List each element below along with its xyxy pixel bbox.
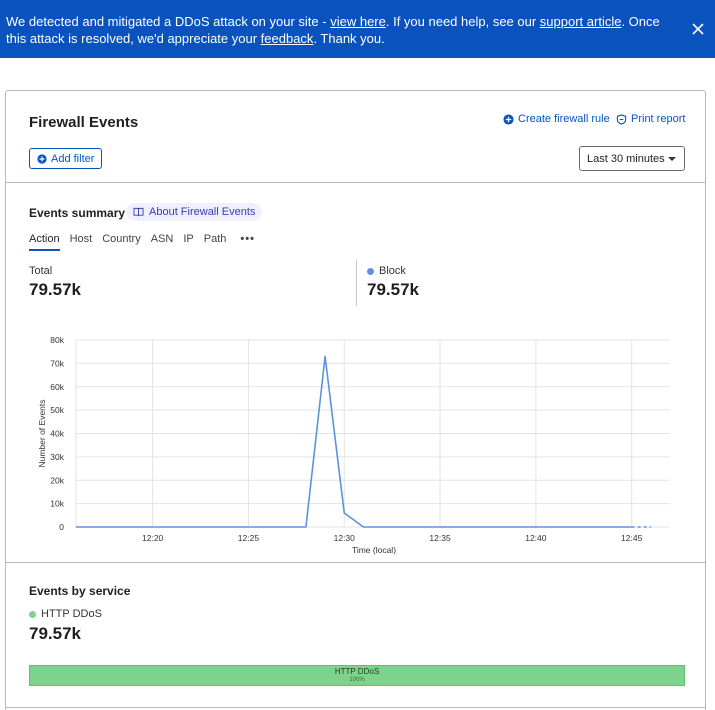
total-value: 79.57k — [29, 280, 81, 299]
service-bar: HTTP DDoS 100% — [29, 665, 685, 686]
x-tick-label: 12:45 — [621, 533, 643, 543]
http-ddos-bar-name: HTTP DDoS — [334, 667, 380, 676]
banner-text-2: . If you need help, see our — [385, 14, 540, 29]
print-report-label: Print report — [631, 113, 686, 125]
chevron-down-icon — [668, 157, 676, 161]
banner-text-1: We detected and mitigated a DDoS attack … — [6, 14, 331, 29]
events-summary-section: Events summary About Firewall Events Act… — [6, 184, 705, 563]
y-tick-label: 60k — [50, 382, 64, 392]
tab-action[interactable]: Action — [29, 233, 60, 251]
create-firewall-rule-button[interactable]: Create firewall rule — [503, 113, 610, 125]
y-tick-label: 0 — [59, 522, 64, 532]
block-series-line — [76, 355, 632, 528]
time-range-value: Last 30 minutes — [587, 152, 665, 165]
add-filter-label: Add filter — [51, 152, 95, 165]
shield-icon — [616, 113, 627, 125]
tab-asn[interactable]: ASN — [151, 233, 174, 251]
card-bottom-divider — [6, 707, 705, 708]
about-firewall-events-label: About Firewall Events — [149, 206, 256, 218]
y-tick-label: 20k — [50, 475, 64, 485]
add-filter-button[interactable]: Add filter — [29, 148, 103, 169]
banner-text-4: . Thank you. — [313, 31, 385, 46]
block-legend: Block — [367, 265, 406, 277]
block-dot-icon — [367, 267, 374, 275]
events-by-service-section: Events by service HTTP DDoS 79.57k HTTP … — [6, 564, 705, 710]
block-label: Block — [379, 265, 406, 277]
firewall-events-header: Firewall Events Create firewall rule Pri… — [6, 91, 705, 183]
support-article-link[interactable]: support article — [540, 14, 622, 29]
plus-circle-icon — [503, 113, 514, 125]
view-here-link[interactable]: view here — [330, 14, 386, 29]
x-tick-label: 12:25 — [238, 533, 260, 543]
ddos-alert-banner: We detected and mitigated a DDoS attack … — [0, 0, 715, 58]
block-value: 79.57k — [367, 280, 419, 299]
y-axis-label: Number of Events — [37, 399, 47, 467]
feedback-link[interactable]: feedback — [261, 31, 314, 46]
about-firewall-events-link[interactable]: About Firewall Events — [126, 203, 263, 221]
more-tabs-icon[interactable]: ••• — [240, 233, 255, 251]
http-ddos-bar-label: HTTP DDoS 100% — [29, 667, 685, 685]
summary-tabs: Action Host Country ASN IP Path ••• — [29, 233, 255, 251]
close-icon[interactable] — [691, 22, 705, 36]
book-icon — [133, 207, 144, 217]
http-ddos-dot-icon — [29, 610, 36, 618]
y-tick-label: 10k — [50, 499, 64, 509]
http-ddos-legend-label: HTTP DDoS — [41, 608, 102, 620]
stat-divider — [356, 260, 357, 306]
x-axis-label: Time (local) — [352, 545, 396, 555]
page-title: Firewall Events — [29, 114, 139, 131]
tab-path[interactable]: Path — [204, 233, 227, 251]
tab-country[interactable]: Country — [102, 233, 141, 251]
y-tick-label: 30k — [50, 452, 64, 462]
tab-ip[interactable]: IP — [183, 233, 193, 251]
create-firewall-rule-label: Create firewall rule — [518, 113, 610, 125]
print-report-button[interactable]: Print report — [616, 113, 685, 125]
events-line-chart: 0 10k 20k 30k 40k 50k 60k 70k 80k 12:20 12:25 12:30… — [37, 335, 670, 555]
events-by-service-title: Events by service — [29, 584, 131, 598]
total-label: Total — [29, 265, 53, 277]
plus-circle-icon — [37, 153, 47, 164]
x-tick-label: 12:35 — [429, 533, 451, 543]
x-tick-label: 12:40 — [525, 533, 547, 543]
y-tick-label: 70k — [50, 358, 64, 368]
http-ddos-bar-percent: 100% — [349, 677, 365, 683]
time-range-select[interactable]: Last 30 minutes — [579, 146, 685, 171]
x-tick-label: 12:20 — [142, 533, 164, 543]
firewall-events-card: Firewall Events Create firewall rule Pri… — [5, 90, 706, 710]
y-tick-label: 40k — [50, 429, 64, 439]
events-summary-title: Events summary — [29, 206, 126, 220]
http-ddos-value: 79.57k — [29, 624, 81, 643]
y-tick-label: 80k — [50, 335, 64, 345]
y-tick-label: 50k — [50, 405, 64, 415]
tab-host[interactable]: Host — [70, 233, 93, 251]
x-tick-label: 12:30 — [334, 533, 356, 543]
http-ddos-legend: HTTP DDoS — [29, 608, 102, 620]
